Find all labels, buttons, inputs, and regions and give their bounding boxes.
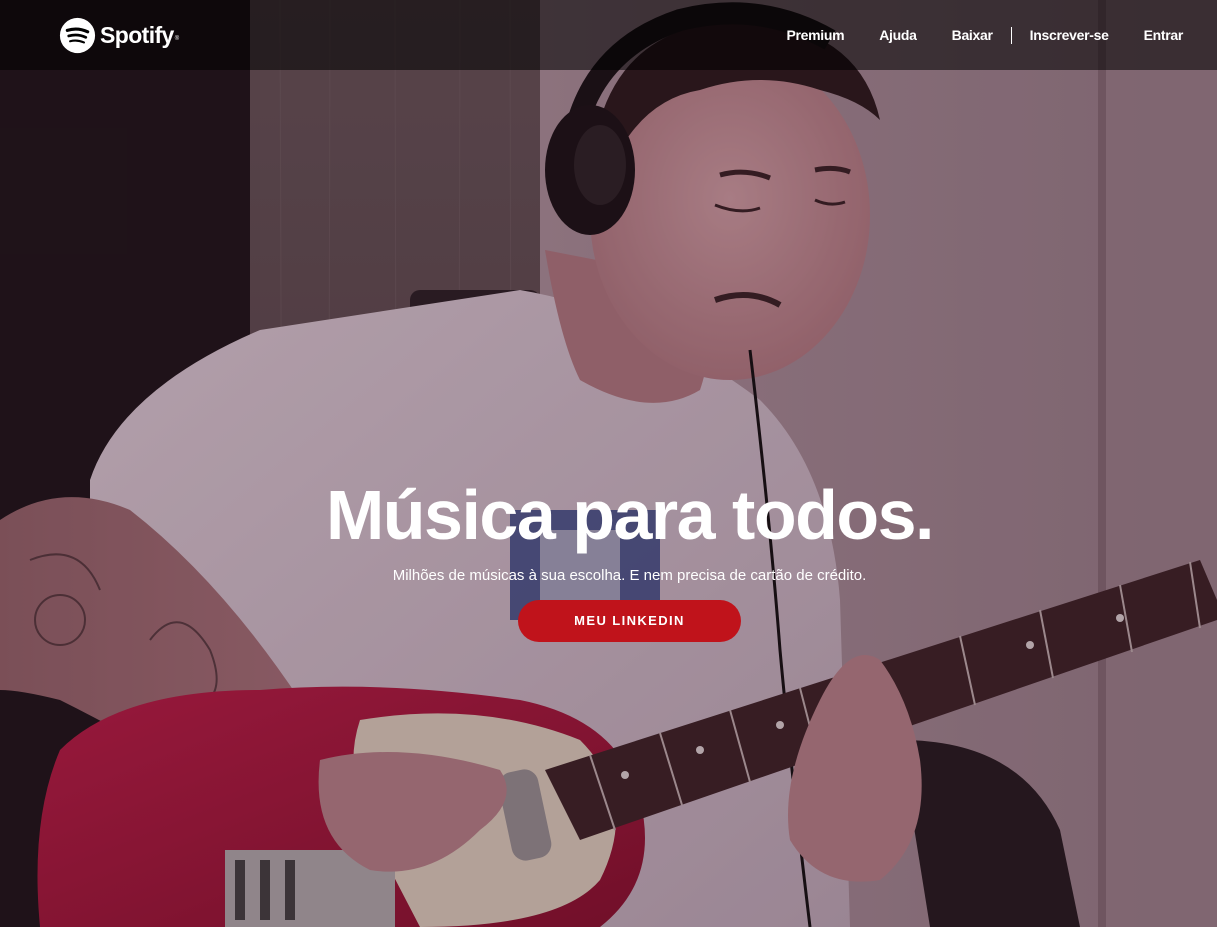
hero-background-image — [0, 0, 1217, 927]
nav-link-entrar[interactable]: Entrar — [1144, 27, 1184, 43]
registered-mark: ® — [174, 35, 180, 42]
nav-divider — [1010, 26, 1012, 44]
hero-section: Música para todos. Milhões de músicas à … — [0, 470, 1217, 642]
spotify-logo[interactable]: Spotify ® — [59, 17, 179, 54]
top-navbar: Spotify ® Premium Ajuda Baixar Inscrever… — [0, 0, 1217, 70]
nav-link-baixar[interactable]: Baixar — [952, 27, 993, 43]
hero-title: Música para todos. — [325, 476, 935, 554]
nav-link-inscrever-se[interactable]: Inscrever-se — [1030, 27, 1109, 43]
main-nav: Premium Ajuda Baixar Inscrever-se Entrar — [786, 0, 1183, 70]
landing-page: Spotify ® Premium Ajuda Baixar Inscrever… — [0, 0, 1217, 927]
spotify-icon — [59, 17, 96, 53]
logo-wordmark: Spotify — [100, 21, 174, 48]
nav-link-premium[interactable]: Premium — [786, 27, 844, 43]
nav-link-ajuda[interactable]: Ajuda — [879, 27, 917, 43]
hero-subtitle: Milhões de músicas à sua escolha. E nem … — [392, 567, 867, 584]
linkedin-button[interactable]: MEU LINKEDIN — [518, 600, 741, 642]
